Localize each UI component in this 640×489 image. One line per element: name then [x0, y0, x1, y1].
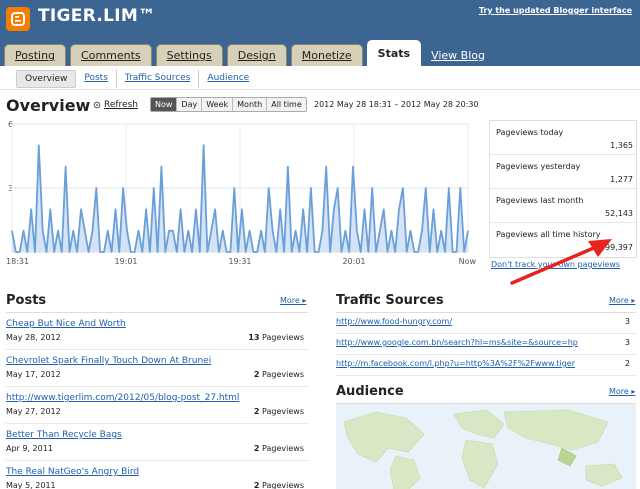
post-pageviews: 2 Pageviews: [254, 407, 304, 416]
overview-title: Overview: [6, 96, 91, 115]
pageview-unit: Pageviews: [262, 481, 304, 489]
post-title-link[interactable]: Cheap But Nice And Worth: [6, 319, 126, 329]
range-month-button[interactable]: Month: [233, 98, 268, 111]
pageview-unit: Pageviews: [262, 370, 304, 379]
pageview-count: 2: [253, 444, 260, 453]
post-pageviews: 2 Pageviews: [254, 481, 304, 489]
tab-comments[interactable]: Comments: [70, 44, 152, 66]
stats-subnav: Overview Posts Traffic Sources Audience: [0, 66, 640, 90]
range-alltime-button[interactable]: All time: [267, 98, 306, 111]
list-item: The Real NatGeo's Angry Bird May 5, 2011…: [6, 461, 308, 489]
x-tick-label: 18:31: [6, 257, 29, 266]
subnav-audience[interactable]: Audience: [199, 70, 257, 88]
main-tabs: Posting Comments Settings Design Monetiz…: [4, 40, 495, 66]
post-date: May 5, 2011: [6, 481, 56, 489]
traffic-sources-title: Traffic Sources: [336, 293, 444, 308]
try-updated-interface-link[interactable]: Try the updated Blogger interface: [479, 6, 632, 15]
subnav-overview[interactable]: Overview: [16, 70, 77, 88]
tab-stats[interactable]: Stats: [366, 40, 422, 66]
post-date: May 27, 2012: [6, 407, 61, 416]
traffic-url-link[interactable]: http://www.food-hungry.com/: [336, 317, 594, 326]
world-map-icon: [343, 409, 623, 489]
x-tick-label: 19:31: [228, 257, 251, 266]
posts-more-link[interactable]: More: [280, 296, 306, 305]
table-row: http://www.google.com.bn/search?hl=ms&si…: [336, 334, 636, 355]
pageview-count: 13: [248, 333, 260, 342]
refresh-icon: [93, 101, 101, 109]
pageview-count: 2: [253, 370, 260, 379]
stat-today: Pageviews today 1,365: [490, 121, 636, 155]
pageview-count: 2: [253, 407, 260, 416]
post-title-link[interactable]: Better Than Recycle Bags: [6, 430, 122, 440]
post-date: Apr 9, 2011: [6, 444, 53, 453]
stat-label: Pageviews today: [496, 128, 564, 137]
stat-value: 1,277: [610, 175, 633, 184]
posts-list: Cheap But Nice And Worth May 28, 2012 13…: [6, 312, 308, 489]
traffic-count: 2: [624, 359, 630, 368]
list-item: http://www.tigerlim.com/2012/05/blog-pos…: [6, 387, 308, 424]
post-title-link[interactable]: http://www.tigerlim.com/2012/05/blog-pos…: [6, 393, 239, 403]
blog-title: TIGER.LIM™: [38, 6, 156, 26]
audience-world-map: [336, 403, 636, 489]
subnav-traffic-sources[interactable]: Traffic Sources: [117, 70, 200, 88]
list-item: Better Than Recycle Bags Apr 9, 2011 2 P…: [6, 424, 308, 461]
traffic-url-link[interactable]: http://m.facebook.com/l.php?u=http%3A%2F…: [336, 359, 594, 368]
stat-value: 1,365: [610, 141, 633, 150]
x-tick-label: 19:01: [114, 257, 137, 266]
refresh-button[interactable]: Refresh: [93, 100, 138, 110]
pageviews-chart: 6318:31 19:01 19:31 20:01 Now: [6, 120, 477, 266]
range-selector: Now Day Week Month All time: [150, 97, 307, 112]
audience-more-link[interactable]: More: [609, 387, 635, 396]
pageview-unit: Pageviews: [262, 407, 304, 416]
subnav-posts[interactable]: Posts: [76, 70, 117, 88]
post-title-link[interactable]: Chevrolet Spark Finally Touch Down At Br…: [6, 356, 211, 366]
range-day-button[interactable]: Day: [177, 98, 203, 111]
tab-posting[interactable]: Posting: [4, 44, 67, 66]
stat-yesterday: Pageviews yesterday 1,277: [490, 155, 636, 189]
pageview-unit: Pageviews: [262, 333, 304, 342]
list-item: Cheap But Nice And Worth May 28, 2012 13…: [6, 313, 308, 350]
post-pageviews: 2 Pageviews: [254, 370, 304, 379]
pageview-unit: Pageviews: [262, 444, 304, 453]
post-pageviews: 2 Pageviews: [254, 444, 304, 453]
date-range-text: 2012 May 28 18:31 – 2012 May 28 20:30: [314, 100, 479, 109]
tab-monetize[interactable]: Monetize: [290, 44, 363, 66]
tab-design[interactable]: Design: [226, 44, 287, 66]
stat-label: Pageviews yesterday: [496, 162, 581, 171]
traffic-count: 3: [624, 317, 630, 326]
table-row: http://www.food-hungry.com/ 3: [336, 313, 636, 334]
traffic-more-link[interactable]: More: [609, 296, 635, 305]
refresh-label: Refresh: [104, 100, 138, 110]
stat-value: 52,143: [605, 209, 633, 218]
posts-title: Posts: [6, 293, 47, 308]
audience-title: Audience: [336, 384, 404, 399]
list-item: Chevrolet Spark Finally Touch Down At Br…: [6, 350, 308, 387]
stat-label: Pageviews last month: [496, 196, 584, 205]
view-blog-link[interactable]: View Blog: [425, 44, 491, 66]
traffic-url-link[interactable]: http://www.google.com.bn/search?hl=ms&si…: [336, 338, 594, 347]
range-week-button[interactable]: Week: [202, 98, 234, 111]
pageview-count: 2: [253, 481, 260, 489]
traffic-count: 3: [624, 338, 630, 347]
post-date: May 28, 2012: [6, 333, 61, 342]
x-tick-label: 20:01: [342, 257, 365, 266]
range-now-button[interactable]: Now: [151, 98, 178, 111]
tab-settings[interactable]: Settings: [155, 44, 223, 66]
x-tick-label: Now: [459, 257, 477, 266]
blogger-header: TIGER.LIM™ Try the updated Blogger inter…: [0, 0, 640, 66]
post-title-link[interactable]: The Real NatGeo's Angry Bird: [6, 467, 139, 477]
stat-last-month: Pageviews last month 52,143: [490, 189, 636, 223]
table-row: http://m.facebook.com/l.php?u=http%3A%2F…: [336, 355, 636, 376]
post-date: May 17, 2012: [6, 370, 61, 379]
post-pageviews: 13 Pageviews: [248, 333, 304, 342]
red-arrow-annotation: [510, 239, 612, 285]
blogger-logo-icon[interactable]: [6, 7, 30, 31]
traffic-sources-list: http://www.food-hungry.com/ 3 http://www…: [336, 312, 636, 376]
